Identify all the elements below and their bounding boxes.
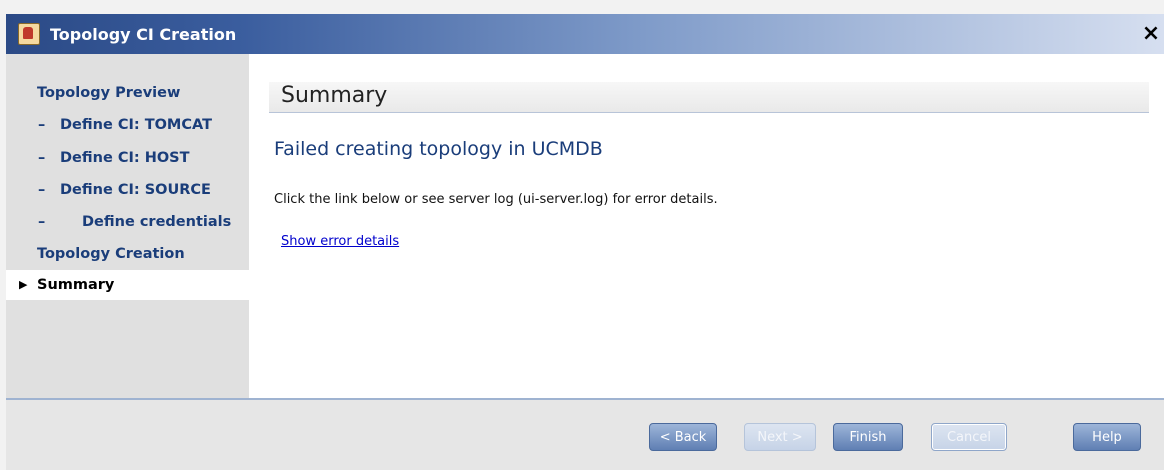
step-label: Define CI: TOMCAT [60, 117, 212, 133]
back-button[interactable]: < Back [649, 423, 717, 451]
error-message: Click the link below or see server log (… [274, 192, 718, 207]
show-error-details-link[interactable]: Show error details [281, 234, 399, 249]
window-title: Topology CI Creation [50, 24, 237, 44]
step-label: Topology Preview [37, 85, 181, 101]
step-label: Summary [37, 277, 115, 293]
step-label: Define credentials [82, 214, 232, 230]
title-bar[interactable]: Topology CI Creation × [6, 14, 1164, 54]
step-label: Define CI: HOST [60, 150, 190, 166]
help-button[interactable]: Help [1073, 423, 1141, 451]
step-define-ci-host[interactable]: – Define CI: HOST [6, 143, 249, 173]
java-app-icon [18, 23, 40, 45]
step-define-ci-tomcat[interactable]: – Define CI: TOMCAT [6, 110, 249, 140]
content-panel: Summary Failed creating topology in UCMD… [249, 54, 1164, 398]
step-label: Topology Creation [37, 246, 185, 262]
wizard-dialog: Topology CI Creation × Topology Preview … [0, 0, 1164, 470]
page-title: Summary [281, 83, 388, 108]
section-header: Summary [269, 82, 1149, 113]
cancel-button[interactable]: Cancel [931, 423, 1007, 451]
wizard-steps-sidebar: Topology Preview – Define CI: TOMCAT – D… [6, 54, 249, 398]
step-dash: – [38, 150, 46, 166]
step-label: Define CI: SOURCE [60, 182, 211, 198]
step-dash: – [38, 117, 46, 133]
error-heading: Failed creating topology in UCMDB [274, 138, 603, 160]
step-dash: – [38, 182, 46, 198]
triangle-right-icon: ▶ [19, 278, 28, 291]
step-define-ci-source[interactable]: – Define CI: SOURCE [6, 175, 249, 205]
button-bar: < Back Next > Finish Cancel Help [6, 398, 1164, 470]
step-topology-creation[interactable]: Topology Creation [6, 239, 249, 269]
step-dash: – [38, 214, 46, 230]
step-summary[interactable]: ▶ Summary [6, 270, 249, 300]
step-topology-preview[interactable]: Topology Preview [6, 78, 249, 108]
next-button[interactable]: Next > [744, 423, 816, 451]
finish-button[interactable]: Finish [833, 423, 903, 451]
close-icon[interactable]: × [1140, 20, 1162, 48]
step-define-credentials[interactable]: – Define credentials [6, 207, 249, 237]
